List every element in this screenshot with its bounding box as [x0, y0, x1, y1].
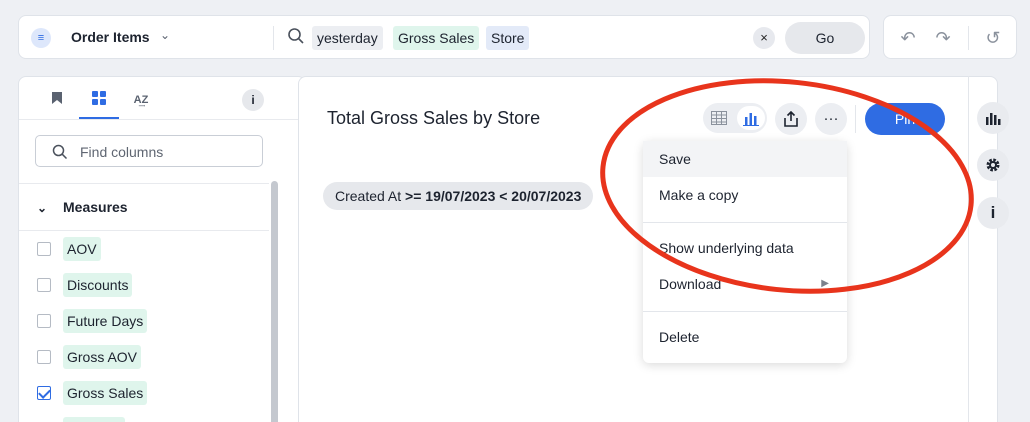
more-options-menu: Save Make a copy Show underlying data Do…: [643, 141, 847, 363]
find-columns-placeholder: Find columns: [80, 144, 164, 160]
grid-icon: [92, 91, 106, 105]
right-rail-divider: [968, 76, 969, 422]
bar-chart-icon: [986, 113, 1001, 125]
divider: [19, 230, 269, 231]
search-icon: [52, 144, 68, 160]
measures-section-title: Measures: [63, 199, 128, 215]
settings-button[interactable]: [977, 149, 1009, 181]
history-controls: ↶ ↷ ↺: [883, 15, 1017, 59]
table-icon: [711, 111, 727, 125]
column-label: Gross Sales: [63, 381, 148, 405]
info-icon[interactable]: i: [977, 197, 1009, 229]
menu-divider: [643, 222, 847, 223]
menu-item-make-copy[interactable]: Make a copy: [643, 177, 847, 213]
divider: [968, 26, 969, 50]
tab-bookmarks[interactable]: [43, 89, 71, 111]
column-label: [63, 417, 125, 422]
column-label: AOV: [63, 237, 101, 261]
reset-icon[interactable]: ↺: [981, 26, 1005, 50]
column-checkbox[interactable]: [37, 242, 51, 256]
filter-chip[interactable]: Created At >= 19/07/2023 < 20/07/2023: [323, 182, 594, 210]
visualization-title[interactable]: Total Gross Sales by Store: [327, 108, 540, 129]
search-bar: ≡ Order Items ⌄ yesterday Gross Sales St…: [18, 15, 870, 59]
divider: [19, 119, 305, 120]
redo-icon[interactable]: ↷: [931, 26, 955, 50]
tab-columns[interactable]: [85, 89, 113, 111]
menu-item-show-underlying-data[interactable]: Show underlying data: [643, 230, 847, 266]
column-checkbox[interactable]: [37, 278, 51, 292]
column-label: Discounts: [63, 273, 133, 297]
chevron-down-icon: ⌄: [37, 201, 48, 215]
info-button[interactable]: i: [242, 89, 264, 111]
chevron-down-icon[interactable]: ⌄: [160, 28, 170, 42]
more-options-button[interactable]: ···: [815, 103, 847, 135]
scrollbar[interactable]: [271, 181, 278, 422]
view-toggle[interactable]: [703, 103, 767, 133]
chevron-right-icon: ▶: [821, 278, 829, 289]
filter-value: >= 19/07/2023 < 20/07/2023: [405, 188, 582, 204]
search-token[interactable]: yesterday: [312, 26, 383, 50]
divider: [273, 26, 274, 50]
data-source-icon[interactable]: ≡: [31, 28, 51, 48]
data-source-name[interactable]: Order Items: [71, 29, 150, 45]
column-checkbox[interactable]: [37, 350, 51, 364]
table-view-button[interactable]: [705, 106, 733, 130]
bar-chart-icon: [743, 113, 759, 126]
menu-item-download[interactable]: Download ▶: [643, 266, 847, 302]
filter-label: Created At: [335, 188, 402, 204]
chart-view-button[interactable]: [737, 106, 765, 130]
column-checkbox[interactable]: [37, 386, 51, 400]
divider: [19, 183, 269, 184]
undo-icon[interactable]: ↶: [896, 26, 920, 50]
clear-search-button[interactable]: ×: [753, 27, 775, 49]
share-icon: [784, 110, 798, 127]
column-checkbox[interactable]: [37, 314, 51, 328]
search-token[interactable]: Gross Sales: [393, 26, 480, 50]
column-label: Gross AOV: [63, 345, 142, 369]
menu-divider: [643, 311, 847, 312]
pin-button[interactable]: Pin: [865, 103, 945, 135]
columns-panel: A͢Z i Find columns ⌄ Measures AOV Discoun…: [18, 76, 306, 422]
bookmark-icon: [52, 92, 62, 104]
sort-az-icon: A͢Z: [133, 94, 149, 106]
divider: [855, 105, 856, 133]
menu-item-delete[interactable]: Delete: [643, 319, 847, 355]
menu-item-download-label: Download: [659, 276, 722, 292]
gear-icon: [986, 158, 1000, 172]
chart-config-button[interactable]: [977, 102, 1009, 134]
search-token[interactable]: Store: [486, 26, 530, 50]
tab-sort-az[interactable]: A͢Z: [127, 89, 155, 111]
share-button[interactable]: [775, 103, 807, 135]
menu-item-save[interactable]: Save: [643, 141, 847, 177]
column-label: Future Days: [63, 309, 148, 333]
measures-section-header[interactable]: ⌄ Measures: [37, 199, 128, 215]
find-columns-input[interactable]: Find columns: [35, 135, 263, 167]
search-icon: [288, 28, 304, 44]
go-button[interactable]: Go: [785, 22, 865, 54]
